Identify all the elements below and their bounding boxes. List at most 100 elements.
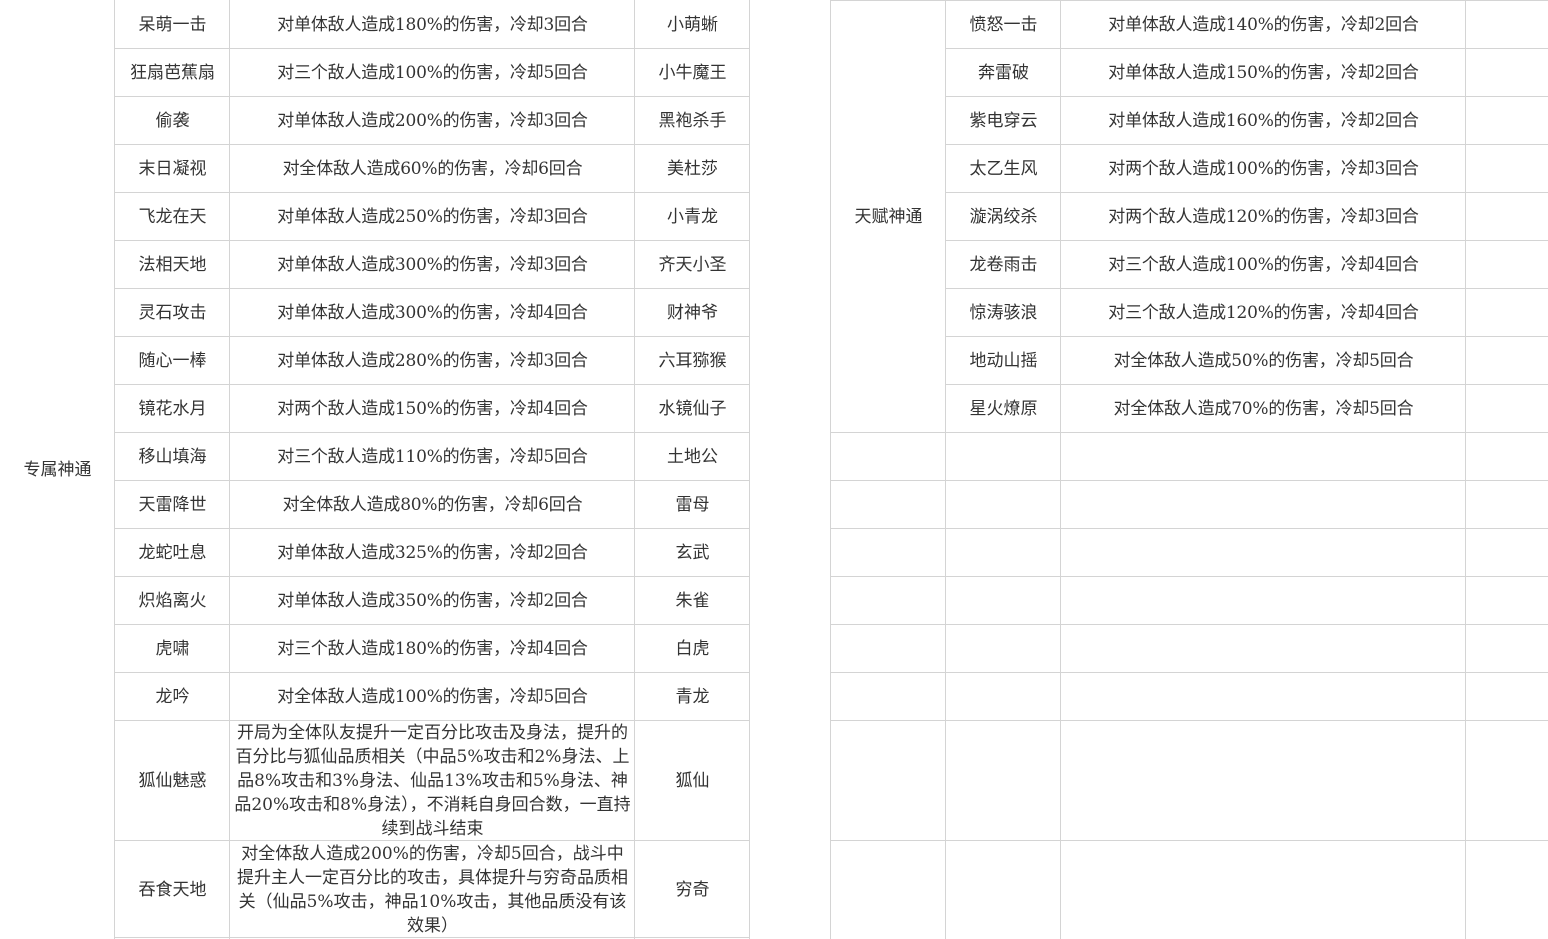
skill-effect-cell[interactable]: 对两个敌人造成150%的伤害，冷却4回合 [230,385,635,433]
grid-line-horizontal [115,480,750,481]
grid-line-horizontal [831,840,1548,841]
skill-effect-cell[interactable]: 对单体敌人造成200%的伤害，冷却3回合 [230,97,635,145]
grid-line-horizontal [831,528,1548,529]
skill-name-cell[interactable]: 炽焰离火 [115,577,230,625]
grid-line-horizontal [831,624,1548,625]
grid-line-horizontal [946,240,1548,241]
talent-effect-cell[interactable]: 对两个敌人造成120%的伤害，冷却3回合 [1061,193,1466,241]
skill-name-cell[interactable]: 狐仙魅惑 [115,721,230,841]
skill-effect-cell[interactable]: 对单体敌人造成300%的伤害，冷却3回合 [230,241,635,289]
skill-name-cell[interactable]: 龙吟 [115,673,230,721]
skill-owner-cell[interactable]: 青龙 [635,673,750,721]
grid-line-vertical [1465,0,1466,939]
talent-effect-cell[interactable]: 对单体敌人造成140%的伤害，冷却2回合 [1061,1,1466,49]
grid-line-vertical [634,0,635,939]
grid-line-horizontal [946,336,1548,337]
grid-line-horizontal [115,240,750,241]
grid-line-horizontal [115,96,750,97]
talent-effect-cell[interactable]: 对三个敌人造成120%的伤害，冷却4回合 [1061,289,1466,337]
skill-owner-cell[interactable]: 小青龙 [635,193,750,241]
talent-name-cell[interactable]: 愤怒一击 [946,1,1061,49]
skill-owner-cell[interactable]: 小萌蜥 [635,1,750,49]
skill-name-cell[interactable]: 呆萌一击 [115,1,230,49]
skill-owner-cell[interactable]: 穷奇 [635,841,750,939]
grid-line-horizontal [115,336,750,337]
grid-line-horizontal [115,192,750,193]
talent-effect-cell[interactable]: 对全体敌人造成50%的伤害，冷却5回合 [1061,337,1466,385]
skill-owner-cell[interactable]: 狐仙 [635,721,750,841]
skill-name-cell[interactable]: 龙蛇吐息 [115,529,230,577]
skill-name-cell[interactable]: 移山填海 [115,433,230,481]
skill-effect-cell[interactable]: 对三个敌人造成180%的伤害，冷却4回合 [230,625,635,673]
skill-effect-cell[interactable]: 对三个敌人造成110%的伤害，冷却5回合 [230,433,635,481]
grid-line-horizontal [946,144,1548,145]
skill-owner-cell[interactable]: 朱雀 [635,577,750,625]
skill-name-cell[interactable]: 灵石攻击 [115,289,230,337]
skill-owner-cell[interactable]: 黑袍杀手 [635,97,750,145]
skill-effect-cell[interactable]: 对单体敌人造成280%的伤害，冷却3回合 [230,337,635,385]
skill-owner-cell[interactable]: 雷母 [635,481,750,529]
skill-name-cell[interactable]: 狂扇芭蕉扇 [115,49,230,97]
talent-name-cell[interactable]: 龙卷雨击 [946,241,1061,289]
skill-owner-cell[interactable]: 水镜仙子 [635,385,750,433]
right-category-cell[interactable]: 天赋神通 [831,1,946,433]
skill-name-cell[interactable]: 偷袭 [115,97,230,145]
grid-line-horizontal [115,672,750,673]
talent-name-cell[interactable]: 太乙生风 [946,145,1061,193]
talent-name-cell[interactable]: 星火燎原 [946,385,1061,433]
skill-owner-cell[interactable]: 白虎 [635,625,750,673]
grid-line-horizontal [115,576,750,577]
grid-line-vertical [229,0,230,939]
grid-line-horizontal [115,288,750,289]
left-category-cell[interactable]: 专属神通 [0,1,115,939]
skill-owner-cell[interactable]: 土地公 [635,433,750,481]
talent-name-cell[interactable]: 惊涛骇浪 [946,289,1061,337]
skill-owner-cell[interactable]: 齐天小圣 [635,241,750,289]
grid-line-vertical [114,0,115,939]
talent-name-cell[interactable]: 漩涡绞杀 [946,193,1061,241]
skill-name-cell[interactable]: 镜花水月 [115,385,230,433]
talent-name-cell[interactable]: 奔雷破 [946,49,1061,97]
grid-line-horizontal [115,528,750,529]
skill-effect-cell[interactable]: 对全体敌人造成200%的伤害，冷却5回合，战斗中提升主人一定百分比的攻击，具体提… [230,841,635,939]
skill-effect-cell[interactable]: 开局为全体队友提升一定百分比攻击及身法，提升的百分比与狐仙品质相关（中品5%攻击… [230,721,635,841]
skill-name-cell[interactable]: 末日凝视 [115,145,230,193]
skill-owner-cell[interactable]: 玄武 [635,529,750,577]
grid-line-vertical [830,0,831,939]
grid-line-horizontal [831,720,1548,721]
skill-effect-cell[interactable]: 对三个敌人造成100%的伤害，冷却5回合 [230,49,635,97]
skill-name-cell[interactable]: 吞食天地 [115,841,230,939]
talent-effect-cell[interactable]: 对三个敌人造成100%的伤害，冷却4回合 [1061,241,1466,289]
talent-name-cell[interactable]: 紫电穿云 [946,97,1061,145]
skill-effect-cell[interactable]: 对全体敌人造成100%的伤害，冷却5回合 [230,673,635,721]
talent-effect-cell[interactable]: 对单体敌人造成160%的伤害，冷却2回合 [1061,97,1466,145]
skill-effect-cell[interactable]: 对单体敌人造成300%的伤害，冷却4回合 [230,289,635,337]
skill-name-cell[interactable]: 飞龙在天 [115,193,230,241]
skill-effect-cell[interactable]: 对单体敌人造成350%的伤害，冷却2回合 [230,577,635,625]
skill-effect-cell[interactable]: 对全体敌人造成80%的伤害，冷却6回合 [230,481,635,529]
grid-line-horizontal [831,432,1548,433]
talent-effect-cell[interactable]: 对全体敌人造成70%的伤害，冷却5回合 [1061,385,1466,433]
skill-owner-cell[interactable]: 小牛魔王 [635,49,750,97]
talent-effect-cell[interactable]: 对两个敌人造成100%的伤害，冷却3回合 [1061,145,1466,193]
talent-effect-cell[interactable]: 对单体敌人造成150%的伤害，冷却2回合 [1061,49,1466,97]
skill-effect-cell[interactable]: 对单体敌人造成250%的伤害，冷却3回合 [230,193,635,241]
skill-owner-cell[interactable]: 财神爷 [635,289,750,337]
grid-line-horizontal [946,48,1548,49]
grid-line-horizontal [946,384,1548,385]
skill-name-cell[interactable]: 虎啸 [115,625,230,673]
grid-line-vertical [945,0,946,939]
talent-name-cell[interactable]: 地动山摇 [946,337,1061,385]
skill-name-cell[interactable]: 天雷降世 [115,481,230,529]
skill-name-cell[interactable]: 法相天地 [115,241,230,289]
grid-line-horizontal [115,384,750,385]
skill-effect-cell[interactable]: 对单体敌人造成325%的伤害，冷却2回合 [230,529,635,577]
skill-effect-cell[interactable]: 对单体敌人造成180%的伤害，冷却3回合 [230,1,635,49]
skill-owner-cell[interactable]: 美杜莎 [635,145,750,193]
skill-effect-cell[interactable]: 对全体敌人造成60%的伤害，冷却6回合 [230,145,635,193]
grid-line-horizontal [946,288,1548,289]
grid-line-horizontal [115,720,750,721]
skill-name-cell[interactable]: 随心一棒 [115,337,230,385]
grid-line-horizontal [115,840,750,841]
skill-owner-cell[interactable]: 六耳猕猴 [635,337,750,385]
